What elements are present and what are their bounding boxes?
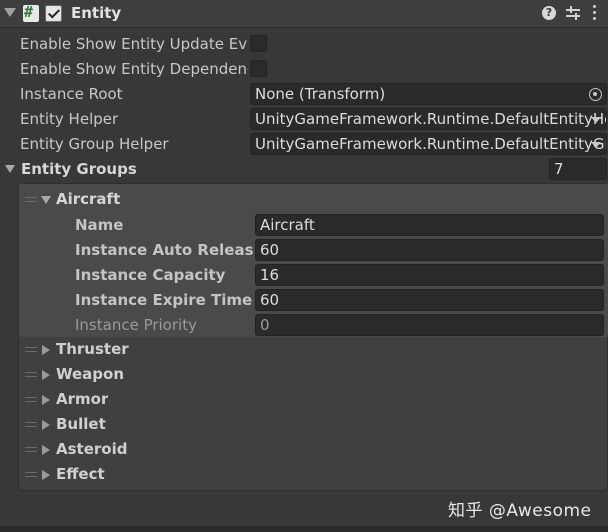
drag-handle-icon[interactable] xyxy=(25,372,37,378)
chevron-right-icon[interactable] xyxy=(42,395,50,405)
entity-groups-size-field[interactable]: 7 xyxy=(549,158,607,180)
list-element-weapon[interactable]: Weapon xyxy=(56,365,124,383)
drag-handle-icon[interactable] xyxy=(25,197,37,203)
chevron-right-icon[interactable] xyxy=(42,370,50,380)
expire-time-field[interactable]: 60 xyxy=(255,289,604,311)
group-name-label: Name xyxy=(75,216,124,234)
expire-time-label: Instance Expire Time xyxy=(75,291,253,309)
auto-release-value: 60 xyxy=(260,241,280,259)
entity-group-helper-label: Entity Group Helper xyxy=(20,135,169,153)
preset-icon[interactable] xyxy=(566,6,580,20)
chevron-down-icon xyxy=(591,117,601,123)
instance-root-field[interactable]: None (Transform) xyxy=(250,83,607,105)
chevron-right-icon[interactable] xyxy=(42,470,50,480)
chevron-right-icon[interactable] xyxy=(42,445,50,455)
auto-release-field[interactable]: 60 xyxy=(255,239,604,261)
priority-value: 0 xyxy=(260,316,270,334)
component-foldout-icon[interactable] xyxy=(4,8,16,17)
aircraft-foldout-icon[interactable] xyxy=(41,196,51,204)
capacity-value: 16 xyxy=(260,266,280,284)
entity-groups-size-value: 7 xyxy=(554,160,564,178)
aircraft-title[interactable]: Aircraft xyxy=(56,190,120,208)
object-picker-icon[interactable] xyxy=(589,88,602,101)
entity-group-helper-dropdown[interactable]: UnityGameFramework.Runtime.DefaultEntity… xyxy=(250,133,607,155)
drag-handle-icon[interactable] xyxy=(25,397,37,403)
drag-handle-icon[interactable] xyxy=(25,347,37,353)
show-update-event-checkbox[interactable] xyxy=(250,35,267,52)
show-dependency-label: Enable Show Entity Dependency xyxy=(20,60,248,78)
list-element-thruster[interactable]: Thruster xyxy=(56,340,129,358)
component-title: Entity xyxy=(71,4,122,22)
group-name-value: Aircraft xyxy=(260,216,315,234)
chevron-right-icon[interactable] xyxy=(42,345,50,355)
auto-release-label: Instance Auto Release In xyxy=(75,241,253,259)
script-icon: # xyxy=(23,3,39,22)
capacity-label: Instance Capacity xyxy=(75,266,226,284)
priority-field[interactable]: 0 xyxy=(255,314,604,336)
show-update-event-label: Enable Show Entity Update Eve xyxy=(20,35,248,53)
instance-root-label: Instance Root xyxy=(20,85,123,103)
show-dependency-checkbox[interactable] xyxy=(250,60,267,77)
entity-groups-foldout-icon[interactable] xyxy=(5,165,15,173)
list-element-effect[interactable]: Effect xyxy=(56,465,105,483)
entity-helper-value: UnityGameFramework.Runtime.DefaultEntity… xyxy=(255,110,607,128)
entity-group-helper-value: UnityGameFramework.Runtime.DefaultEntity… xyxy=(255,135,607,153)
more-menu-icon[interactable] xyxy=(591,5,597,21)
chevron-right-icon[interactable] xyxy=(42,420,50,430)
component-enabled-checkbox[interactable] xyxy=(45,5,62,22)
drag-handle-icon[interactable] xyxy=(25,422,37,428)
help-icon[interactable]: ? xyxy=(542,6,556,20)
list-element-armor[interactable]: Armor xyxy=(56,390,108,408)
chevron-down-icon xyxy=(591,142,601,148)
group-name-field[interactable]: Aircraft xyxy=(255,214,604,236)
instance-root-value: None (Transform) xyxy=(255,85,386,103)
drag-handle-icon[interactable] xyxy=(25,472,37,478)
drag-handle-icon[interactable] xyxy=(25,447,37,453)
entity-helper-dropdown[interactable]: UnityGameFramework.Runtime.DefaultEntity… xyxy=(250,108,607,130)
priority-label: Instance Priority xyxy=(75,316,197,334)
watermark: 知乎 @Awesome xyxy=(448,501,592,521)
capacity-field[interactable]: 16 xyxy=(255,264,604,286)
bottom-divider xyxy=(0,526,608,532)
list-element-bullet[interactable]: Bullet xyxy=(56,415,106,433)
entity-helper-label: Entity Helper xyxy=(20,110,119,128)
list-element-asteroid[interactable]: Asteroid xyxy=(56,440,127,458)
expire-time-value: 60 xyxy=(260,291,280,309)
entity-groups-label[interactable]: Entity Groups xyxy=(21,160,137,178)
